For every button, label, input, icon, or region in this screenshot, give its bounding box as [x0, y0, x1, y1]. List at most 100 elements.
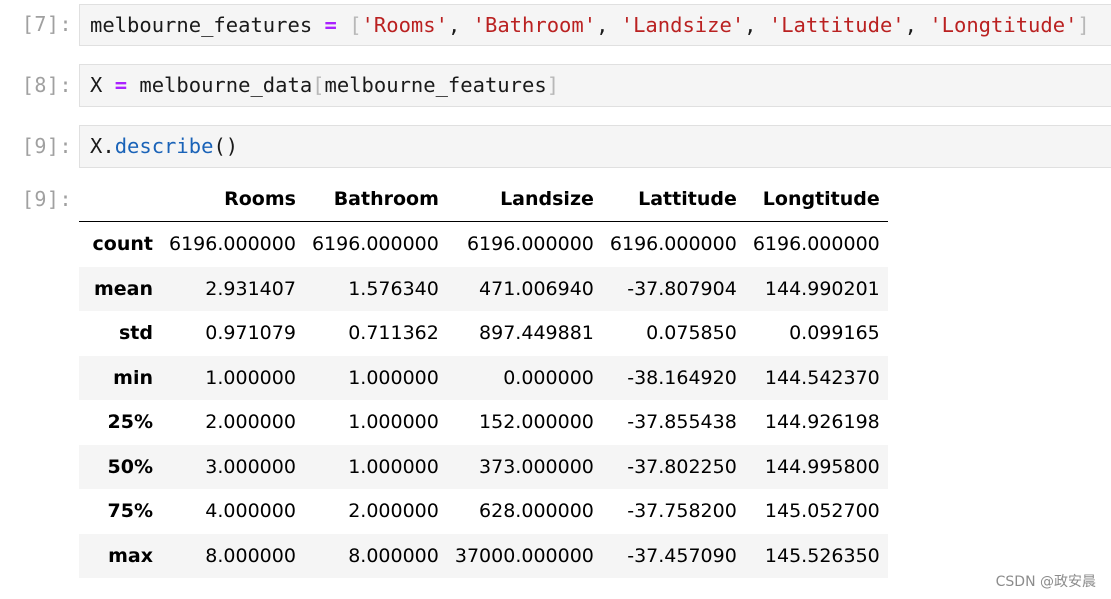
table-cell: 145.526350 [764, 544, 880, 567]
table-cell: 8.000000 [205, 544, 296, 567]
row-label: min [113, 366, 153, 389]
code-line: melbourne_features = ['Rooms', 'Bathroom… [90, 5, 1090, 45]
row-label: 75% [107, 500, 153, 523]
table-cell: 4.000000 [205, 500, 296, 523]
code-object: melbourne_data [139, 73, 313, 97]
code-string: 'Longtitude' [929, 13, 1078, 37]
describe-output-table: Rooms Bathroom Landsize Lattitude Longti… [79, 176, 888, 578]
table-row: min 1.000000 1.000000 0.000000 -38.16492… [79, 355, 888, 400]
table-cell: 0.075850 [646, 322, 737, 345]
table-cell: 144.995800 [764, 455, 880, 478]
table-row: mean 2.931407 1.576340 471.006940 -37.80… [79, 266, 888, 311]
table-cell: 1.000000 [205, 366, 296, 389]
code-argument: melbourne_features [324, 73, 547, 97]
table-cell: 471.006940 [479, 277, 594, 300]
code-separator: , [744, 13, 769, 37]
table-cell: 144.990201 [764, 277, 880, 300]
column-header-landsize: Landsize [446, 176, 602, 222]
table-cell: -37.807904 [627, 277, 737, 300]
watermark: CSDN @政安晨 [995, 574, 1096, 590]
table-cell: 3.000000 [205, 455, 296, 478]
code-operator: = [324, 13, 337, 37]
code-line: X = melbourne_data[melbourne_features] [90, 65, 559, 105]
table-cell: 6196.000000 [311, 233, 439, 256]
table-row: std 0.971079 0.711362 897.449881 0.07585… [79, 311, 888, 356]
table-row: 50% 3.000000 1.000000 373.000000 -37.802… [79, 444, 888, 489]
table-cell: 2.000000 [348, 500, 439, 523]
table-cell: 628.000000 [479, 500, 594, 523]
row-label: count [92, 233, 153, 256]
table-row: count 6196.000000 6196.000000 6196.00000… [79, 221, 888, 267]
table-row: max 8.000000 8.000000 37000.000000 -37.4… [79, 533, 888, 578]
row-label: 25% [107, 411, 153, 434]
code-string: 'Lattitude' [768, 13, 905, 37]
table-cell: 897.449881 [479, 322, 594, 345]
table-cell: 6196.000000 [169, 233, 296, 256]
table-cell: 145.052700 [764, 500, 880, 523]
column-header-bathroom: Bathroom [303, 176, 447, 222]
code-separator: , [447, 13, 473, 37]
table-cell: 1.000000 [348, 411, 439, 434]
table-cell: 6196.000000 [466, 233, 594, 256]
table-cell: 0.971079 [205, 322, 296, 345]
code-method: describe [114, 134, 214, 158]
row-label: std [119, 322, 153, 345]
table-cell: 37000.000000 [454, 544, 594, 567]
table-header-row: Rooms Bathroom Landsize Lattitude Longti… [79, 176, 888, 222]
column-header-rooms: Rooms [161, 176, 304, 222]
code-variable: X [90, 73, 103, 97]
code-cell-9[interactable]: [9]: X.describe() [0, 123, 1111, 168]
table-cell: 1.000000 [348, 455, 439, 478]
code-string: 'Bathroom' [472, 13, 597, 37]
table-cell: 2.000000 [205, 411, 296, 434]
code-parens: () [213, 134, 239, 158]
input-prompt: [9]: [21, 134, 72, 158]
code-bracket: ] [1077, 13, 1090, 37]
code-separator: , [596, 13, 621, 37]
row-label: max [108, 544, 153, 567]
table-cell: 0.000000 [503, 366, 594, 389]
table-row: 25% 2.000000 1.000000 152.000000 -37.855… [79, 400, 888, 445]
code-bracket: [ [349, 13, 362, 37]
table-cell: 2.931407 [205, 277, 296, 300]
column-header-lattitude: Lattitude [601, 176, 745, 222]
table-cell: 8.000000 [348, 544, 439, 567]
code-editor[interactable]: melbourne_features = ['Rooms', 'Bathroom… [79, 4, 1111, 46]
table-row: 75% 4.000000 2.000000 628.000000 -37.758… [79, 489, 888, 534]
table-cell: 152.000000 [479, 411, 594, 434]
code-separator: , [904, 13, 930, 37]
output-prompt: [9]: [21, 187, 72, 211]
table-cell: -37.855438 [627, 411, 737, 434]
table-cell: -38.164920 [627, 366, 737, 389]
table-cell: -37.457090 [627, 544, 737, 567]
code-string: 'Landsize' [620, 13, 745, 37]
code-variable: melbourne_features [90, 13, 313, 37]
table-cell: 144.542370 [764, 366, 880, 389]
table-cell: 0.099165 [789, 322, 880, 345]
column-header-longtitude: Longtitude [744, 176, 888, 222]
table-cell: 6196.000000 [609, 233, 737, 256]
table-cell: 144.926198 [764, 411, 880, 434]
input-prompt: [8]: [21, 73, 72, 97]
code-cell-8[interactable]: [8]: X = melbourne_data[melbourne_featur… [0, 62, 1111, 107]
code-cell-7[interactable]: [7]: melbourne_features = ['Rooms', 'Bat… [0, 2, 1111, 46]
code-editor[interactable]: X.describe() [79, 125, 1111, 168]
row-label: 50% [107, 455, 153, 478]
row-label: mean [93, 277, 153, 300]
code-operator: = [114, 73, 128, 97]
table-cell: 1.000000 [348, 366, 439, 389]
input-prompt: [7]: [21, 12, 72, 36]
code-object: X [90, 134, 103, 158]
index-header [79, 176, 161, 222]
table-cell: 0.711362 [348, 322, 439, 345]
code-string: 'Rooms' [361, 13, 448, 37]
table-cell: -37.758200 [627, 500, 737, 523]
table-cell: 1.576340 [348, 277, 439, 300]
code-dot: . [102, 134, 115, 158]
table-cell: 6196.000000 [752, 233, 880, 256]
code-line: X.describe() [90, 126, 238, 166]
code-editor[interactable]: X = melbourne_data[melbourne_features] [79, 64, 1111, 107]
code-bracket: ] [546, 73, 560, 97]
code-bracket: [ [312, 73, 325, 97]
table-cell: -37.802250 [627, 455, 737, 478]
